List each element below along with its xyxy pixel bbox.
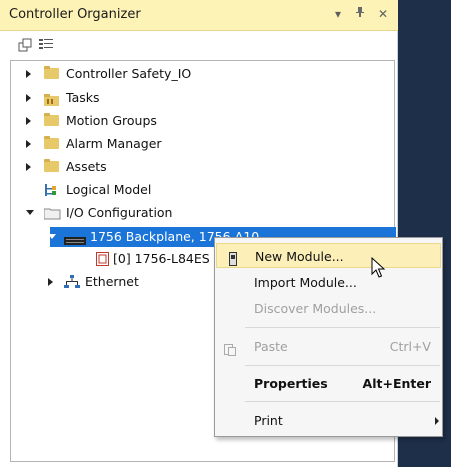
menu-item-shortcut: Ctrl+V [389, 339, 431, 354]
menu-item-print[interactable]: Print [216, 408, 441, 433]
tree-item-controller-safety-io[interactable]: Controller Safety_IO [26, 64, 326, 84]
collapse-arrow-icon[interactable] [48, 234, 56, 239]
menu-item-properties[interactable]: Properties Alt+Enter [216, 371, 441, 396]
tree-item-label: [0] 1756-L84ES [113, 251, 210, 266]
dropdown-icon[interactable]: ▾ [330, 6, 346, 22]
tree-item-label: Controller Safety_IO [66, 66, 192, 81]
panel-titlebar: Controller Organizer ▾ ✕ [0, 0, 398, 31]
menu-item-paste[interactable]: Paste Ctrl+V [216, 334, 441, 359]
menu-item-shortcut: Alt+Enter [362, 376, 431, 391]
folder-icon [44, 66, 59, 79]
menu-item-label: New Module... [255, 249, 344, 264]
pin-icon[interactable] [352, 6, 368, 22]
tree-item-assets[interactable]: Assets [26, 157, 226, 177]
tasks-folder-icon [44, 92, 59, 106]
folder-icon [44, 159, 59, 172]
menu-separator [245, 327, 440, 328]
expand-arrow-icon[interactable] [26, 70, 31, 78]
tree-item-motion-groups[interactable]: Motion Groups [26, 111, 276, 131]
tree-item-io-configuration[interactable]: I/O Configuration [26, 203, 276, 223]
tree-item-tasks[interactable]: Tasks [26, 88, 226, 108]
panel-title: Controller Organizer [9, 7, 141, 22]
new-module-icon [229, 249, 237, 266]
folder-icon [44, 136, 59, 149]
panel-toolbar [0, 31, 398, 59]
paste-icon [223, 339, 237, 356]
tree-item-label: Logical Model [66, 182, 152, 197]
submenu-arrow-icon [435, 417, 439, 425]
collapse-all-icon[interactable] [18, 37, 34, 53]
tree-item-logical-model[interactable]: Logical Model [26, 180, 226, 200]
expand-arrow-icon[interactable] [26, 117, 31, 125]
menu-separator [245, 365, 440, 366]
menu-item-label: Paste [254, 339, 288, 354]
tree-item-label: Motion Groups [66, 113, 157, 128]
tree-item-controller-module[interactable]: [0] 1756-L84ES [92, 249, 216, 269]
menu-item-new-module[interactable]: New Module... [216, 243, 441, 268]
expand-arrow-icon[interactable] [26, 163, 31, 171]
menu-item-label: Properties [254, 376, 328, 391]
network-icon [64, 275, 80, 289]
logical-model-icon [44, 183, 60, 197]
tree-item-label: Alarm Manager [66, 136, 162, 151]
menu-item-label: Discover Modules... [254, 301, 377, 316]
collapse-arrow-icon[interactable] [26, 210, 34, 215]
menu-item-label: Print [254, 413, 283, 428]
tree-item-label: I/O Configuration [66, 205, 173, 220]
expand-arrow-icon[interactable] [48, 278, 53, 286]
tree-item-label: Assets [66, 159, 107, 174]
expand-arrow-icon[interactable] [26, 140, 31, 148]
expand-arrow-icon[interactable] [26, 94, 31, 102]
backplane-icon [64, 232, 86, 245]
menu-item-discover-modules[interactable]: Discover Modules... [216, 296, 441, 321]
tree-item-label: Ethernet [85, 274, 139, 289]
menu-separator [245, 401, 440, 402]
io-folder-icon [43, 206, 61, 220]
folder-icon [44, 113, 59, 126]
menu-item-import-module[interactable]: Import Module... [216, 270, 441, 295]
context-menu: New Module... Import Module... Discover … [214, 237, 443, 437]
menu-item-label: Import Module... [254, 275, 357, 290]
show-hierarchy-icon[interactable] [38, 37, 54, 53]
close-icon[interactable]: ✕ [375, 6, 391, 22]
tree-item-label: Tasks [66, 90, 100, 105]
module-icon [96, 252, 109, 266]
mouse-cursor-icon [371, 256, 387, 279]
tree-item-alarm-manager[interactable]: Alarm Manager [26, 134, 276, 154]
